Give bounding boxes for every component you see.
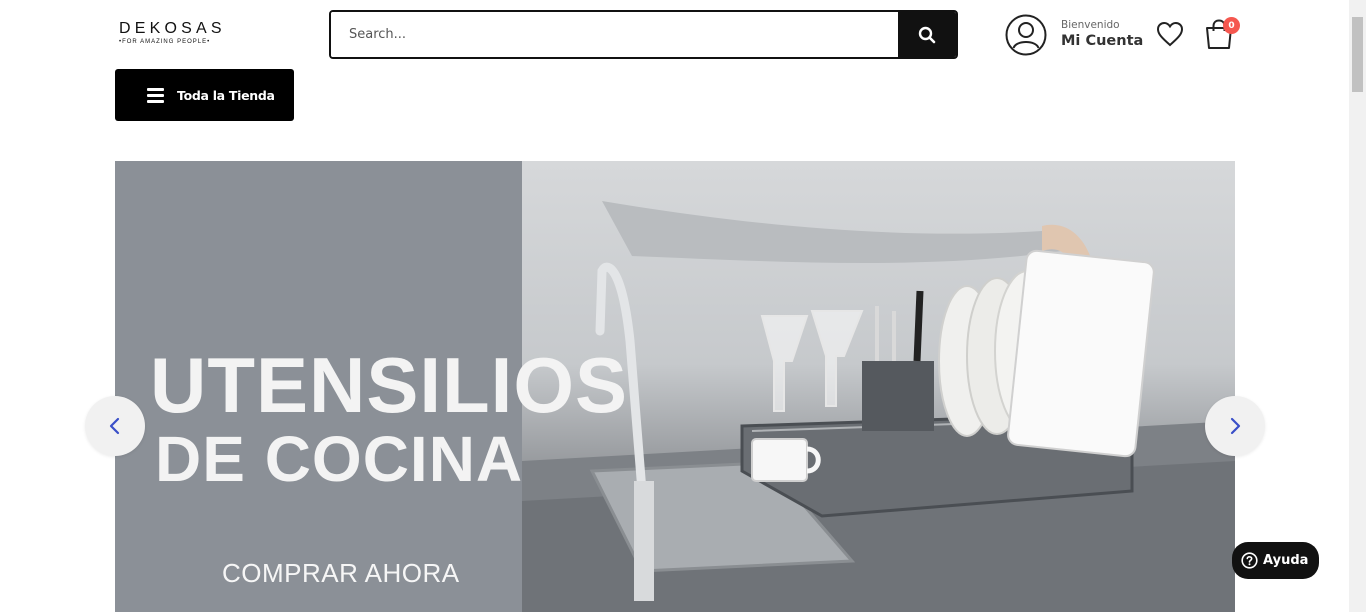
- search-icon: [918, 26, 936, 43]
- account-title: Mi Cuenta: [1061, 33, 1144, 49]
- help-button[interactable]: Ayuda: [1232, 542, 1319, 579]
- site-logo[interactable]: DEKOSAS •FOR AMAZING PEOPLE•: [119, 20, 234, 48]
- chevron-right-icon: [1230, 417, 1241, 435]
- user-circle-icon: [1005, 14, 1047, 56]
- page-scrollbar[interactable]: [1349, 0, 1366, 612]
- help-label: Ayuda: [1263, 553, 1309, 568]
- kitchen-scene-illustration: [522, 201, 1235, 612]
- hero-title-line1: UTENSILIOS: [150, 341, 629, 429]
- scrollbar-thumb[interactable]: [1352, 17, 1363, 92]
- hero-title-line2: DE COCINA: [155, 423, 524, 495]
- logo-tagline: •FOR AMAZING PEOPLE•: [119, 39, 211, 45]
- all-store-label: Toda la Tienda: [177, 87, 275, 103]
- logo-wordmark: DEKOSAS: [119, 20, 226, 37]
- hamburger-icon: [147, 87, 164, 103]
- page: DEKOSAS •FOR AMAZING PEOPLE• Bienvenido …: [0, 0, 1366, 612]
- slider-prev-button[interactable]: [85, 396, 145, 456]
- slider-next-button[interactable]: [1205, 396, 1265, 456]
- all-store-button[interactable]: Toda la Tienda: [115, 69, 294, 121]
- hero-cta-link[interactable]: COMPRAR AHORA: [222, 558, 460, 589]
- question-circle-icon: [1241, 552, 1258, 569]
- search-input[interactable]: [331, 12, 898, 57]
- search-button[interactable]: [898, 12, 956, 57]
- search-bar: [329, 10, 958, 59]
- account-link[interactable]: Bienvenido Mi Cuenta: [1005, 14, 1143, 56]
- chevron-left-icon: [109, 417, 120, 435]
- account-welcome: Bienvenido: [1061, 19, 1120, 31]
- cart-count-badge: 0: [1223, 17, 1240, 34]
- heart-icon[interactable]: [1156, 21, 1184, 47]
- hero-banner[interactable]: UTENSILIOS DE COCINA COMPRAR AHORA: [115, 161, 1235, 612]
- hero-image: [522, 161, 1235, 612]
